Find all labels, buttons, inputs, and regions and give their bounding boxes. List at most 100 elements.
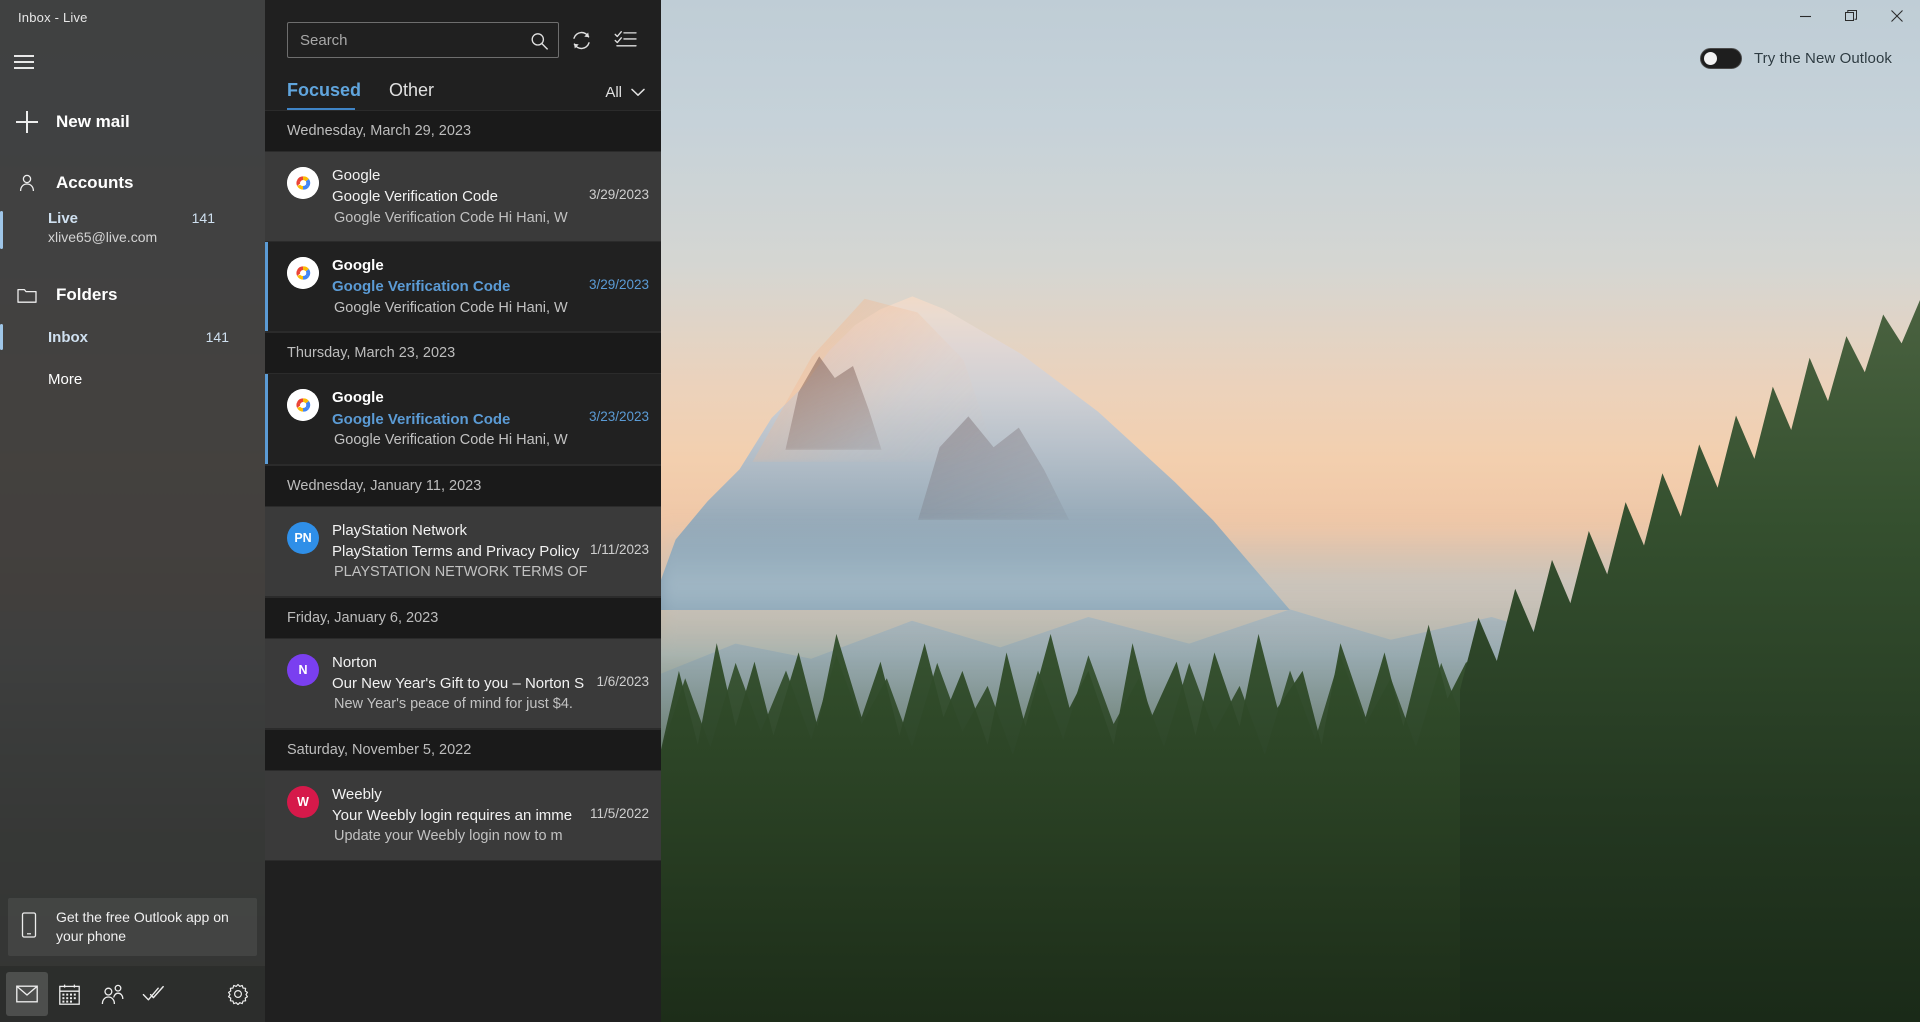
message-date: 3/29/2023 bbox=[588, 277, 649, 293]
module-switcher bbox=[0, 966, 265, 1022]
avatar: PN bbox=[287, 521, 319, 554]
avatar: W bbox=[287, 785, 319, 818]
message-date: 1/11/2023 bbox=[589, 541, 649, 557]
message-body: Google Google Verification Code Google Ver… bbox=[332, 165, 649, 228]
maximize-button[interactable] bbox=[1828, 0, 1874, 32]
restore-icon bbox=[1845, 10, 1857, 21]
folder-icon bbox=[16, 287, 38, 304]
message-body: Google Google Verification Code Google Ver… bbox=[332, 255, 649, 318]
pivot-row: Focused Other All bbox=[265, 58, 661, 110]
google-logo-icon bbox=[287, 389, 319, 422]
message-list-item[interactable]: Google Google Verification Code Google Ver… bbox=[265, 374, 661, 465]
module-button-mail[interactable] bbox=[6, 972, 49, 1016]
navigation-pane: Inbox - Live New mail Accounts Live 141 … bbox=[0, 0, 265, 1022]
date-group-header: Friday, January 6, 2023 bbox=[265, 596, 661, 639]
message-preview: Update your Weebly login now to m bbox=[334, 828, 563, 845]
message-body: Google Google Verification Code Google Ver… bbox=[332, 387, 649, 450]
unread-accent-bar bbox=[265, 374, 268, 464]
message-sender: Google bbox=[332, 389, 384, 407]
promo-text: Get the free Outlook app on your phone bbox=[56, 909, 229, 945]
message-preview: Google Verification Code Hi Hani, W bbox=[334, 209, 568, 226]
refresh-button[interactable] bbox=[559, 22, 603, 58]
message-date: 3/29/2023 bbox=[588, 187, 649, 202]
tasks-icon bbox=[142, 985, 165, 1000]
selection-indicator bbox=[0, 211, 3, 249]
message-sender: Norton bbox=[332, 653, 378, 671]
new-mail-label: New mail bbox=[56, 112, 130, 131]
folder-item-more[interactable]: More bbox=[0, 358, 265, 400]
message-preview: Google Verification Code Hi Hani, W bbox=[334, 431, 568, 448]
sync-icon bbox=[572, 31, 590, 49]
message-list-item[interactable]: N Norton Our New Year's Gift to you – Nort… bbox=[265, 638, 661, 729]
module-button-settings[interactable] bbox=[217, 972, 259, 1016]
folder-unread-count: 141 bbox=[205, 329, 229, 345]
tab-other[interactable]: Other bbox=[389, 80, 434, 110]
select-mode-button[interactable] bbox=[603, 22, 647, 58]
new-outlook-toggle[interactable] bbox=[1699, 48, 1742, 69]
search-button[interactable] bbox=[524, 26, 554, 56]
close-button[interactable] bbox=[1874, 0, 1920, 32]
minimize-button[interactable] bbox=[1782, 0, 1828, 32]
module-button-people[interactable] bbox=[90, 972, 132, 1016]
folder-name: Inbox bbox=[48, 328, 88, 346]
window-controls bbox=[1782, 0, 1920, 32]
message-list-item[interactable]: PN PlayStation Network PlayStation Terms a… bbox=[265, 506, 661, 597]
account-name: Live bbox=[48, 210, 79, 227]
date-group-label: Saturday, November 5, 2022 bbox=[287, 741, 472, 758]
message-body: Weebly Your Weebly login requires an imme… bbox=[332, 784, 649, 847]
folders-label: Folders bbox=[56, 285, 118, 304]
mail-icon bbox=[16, 985, 38, 1003]
new-mail-button[interactable]: New mail bbox=[0, 100, 265, 144]
folder-item-inbox[interactable]: Inbox 141 bbox=[0, 316, 265, 358]
phone-icon bbox=[20, 911, 38, 943]
close-icon bbox=[1891, 10, 1903, 22]
avatar bbox=[287, 389, 319, 422]
message-preview: New Year's peace of mind for just $4. bbox=[334, 696, 573, 713]
avatar: N bbox=[287, 653, 319, 686]
message-list-item[interactable]: Google Google Verification Code Google Ver… bbox=[265, 152, 661, 243]
search-icon bbox=[531, 32, 548, 50]
date-group-label: Thursday, March 23, 2023 bbox=[287, 345, 456, 362]
module-button-tasks[interactable] bbox=[133, 972, 175, 1016]
message-list: Wednesday, March 29, 2023 Google Google Ve… bbox=[265, 110, 661, 862]
gear-icon bbox=[227, 983, 248, 1005]
filter-dropdown[interactable]: All bbox=[605, 84, 645, 110]
search-input[interactable] bbox=[288, 23, 558, 57]
message-preview: Google Verification Code Hi Hani, W bbox=[334, 299, 568, 316]
message-date: 3/23/2023 bbox=[588, 409, 649, 425]
try-new-outlook[interactable]: Try the New Outlook bbox=[1699, 48, 1892, 69]
unread-accent-bar bbox=[265, 242, 268, 332]
hamburger-icon bbox=[14, 51, 34, 73]
forest-right-slope bbox=[1460, 300, 1920, 1022]
outlook-window: Try the New Outlook Inbox - Live New mai… bbox=[0, 0, 1920, 1022]
message-list-item[interactable]: Google Google Verification Code Google Ver… bbox=[265, 242, 661, 333]
folders-section-header[interactable]: Folders bbox=[0, 274, 265, 316]
date-group-header: Wednesday, January 11, 2023 bbox=[265, 464, 661, 507]
outlook-mobile-promo[interactable]: Get the free Outlook app on your phone bbox=[8, 898, 257, 956]
accounts-label: Accounts bbox=[56, 173, 134, 192]
hamburger-button[interactable] bbox=[0, 40, 48, 84]
avatar bbox=[287, 167, 319, 199]
search-box[interactable] bbox=[287, 22, 559, 58]
module-button-calendar[interactable] bbox=[48, 972, 90, 1016]
toggle-knob bbox=[1703, 52, 1717, 65]
message-body: PlayStation Network PlayStation Terms and… bbox=[332, 520, 649, 583]
tab-focused[interactable]: Focused bbox=[287, 80, 361, 110]
avatar bbox=[287, 257, 319, 290]
date-group-label: Friday, January 6, 2023 bbox=[287, 609, 439, 626]
accounts-section-header[interactable]: Accounts bbox=[0, 162, 265, 204]
account-item-live[interactable]: Live 141 xlive65@live.com bbox=[0, 204, 265, 256]
date-group-header: Saturday, November 5, 2022 bbox=[265, 728, 661, 771]
person-icon bbox=[16, 173, 38, 193]
account-unread-count: 141 bbox=[191, 210, 215, 226]
folder-name: More bbox=[48, 370, 83, 388]
plus-icon bbox=[16, 111, 38, 133]
calendar-icon bbox=[58, 984, 80, 1005]
message-list-item[interactable]: W Weebly Your Weebly login requires an imm… bbox=[265, 770, 661, 862]
people-icon bbox=[101, 984, 123, 1004]
chevron-down-icon bbox=[631, 88, 645, 96]
google-logo-icon bbox=[287, 167, 319, 199]
minimize-icon bbox=[1799, 15, 1811, 17]
account-email: xlive65@live.com bbox=[48, 229, 158, 245]
